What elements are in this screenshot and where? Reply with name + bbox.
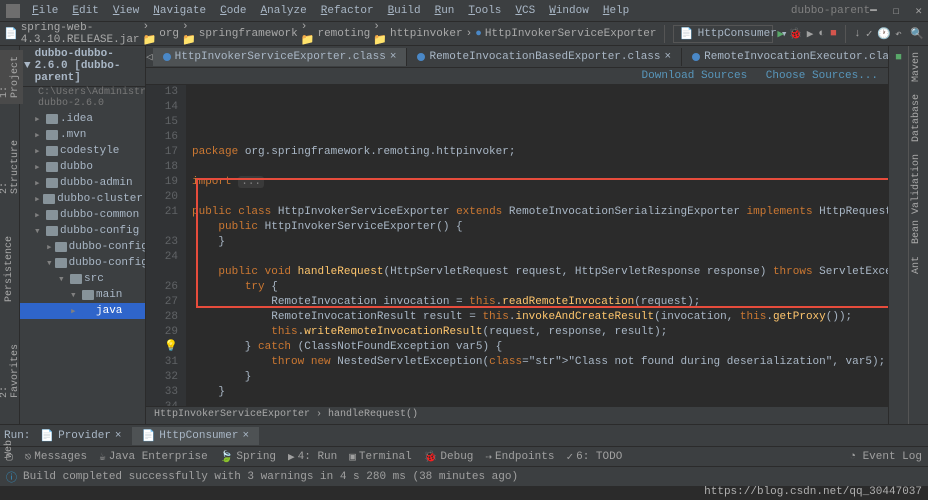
project-name: dubbo-parent	[791, 5, 870, 17]
download-sources-link[interactable]: Download Sources	[642, 70, 748, 82]
breadcrumbs[interactable]: 📄spring-web-4.3.10.RELEASE.jar › 📁org › …	[4, 21, 656, 47]
profile-button[interactable]: ◐	[818, 25, 826, 43]
tool-beanval[interactable]: Bean Validation	[909, 148, 924, 250]
menu-file[interactable]: File	[26, 3, 64, 19]
tool-database[interactable]: Database	[909, 88, 924, 148]
debug-button[interactable]: 🐞	[789, 25, 803, 43]
run-button[interactable]: ▶	[777, 25, 785, 43]
editor-tabs: ◁ HttpInvokerServiceExporter.class × Rem…	[146, 46, 888, 68]
tab-left-icon[interactable]: ◁	[146, 48, 153, 66]
left-tool-stripe: 1: Project 2: Structure Persistence 2: F…	[0, 46, 20, 424]
tree-item[interactable]: ▾src	[20, 271, 145, 287]
menu-code[interactable]: Code	[214, 3, 252, 19]
menu-window[interactable]: Window	[543, 3, 595, 19]
menu-build[interactable]: Build	[382, 3, 427, 19]
event-log-button[interactable]: ◔ Event Log	[849, 451, 922, 463]
tree-item[interactable]: ▾dubbo-config	[20, 223, 145, 239]
tool-persistence[interactable]: Persistence	[2, 230, 17, 308]
tree-item[interactable]: ▸dubbo-admin	[20, 175, 145, 191]
stop-button[interactable]: ■	[830, 25, 838, 43]
tree-item[interactable]: ▸.mvn	[20, 127, 145, 143]
menu-analyze[interactable]: Analyze	[255, 3, 313, 19]
info-icon: ⓘ	[6, 469, 17, 485]
choose-sources-link[interactable]: Choose Sources...	[766, 70, 878, 82]
tool-ant[interactable]: Ant	[909, 250, 924, 280]
menu-run[interactable]: Run	[429, 3, 461, 19]
tree-item[interactable]: ▸dubbo-common	[20, 207, 145, 223]
tool-maven[interactable]: Maven	[909, 46, 924, 88]
tool-favorites[interactable]: 2: Favorites	[0, 338, 23, 404]
editor-tab[interactable]: HttpInvokerServiceExporter.class ×	[153, 48, 408, 66]
editor-tab[interactable]: RemoteInvocationBasedExporter.class ×	[407, 48, 682, 66]
app-icon	[6, 4, 20, 18]
main-menu: File Edit View Navigate Code Analyze Ref…	[26, 3, 783, 19]
tool-web[interactable]: Web	[2, 434, 17, 464]
tree-item[interactable]: ▸dubbo-config	[20, 239, 145, 255]
tool-spring[interactable]: 🍃 Spring	[220, 450, 276, 464]
run-tab-consumer[interactable]: 📄HttpConsumer ×	[132, 427, 260, 445]
right-tool-stripe: ■	[888, 46, 908, 424]
project-tree: ▼dubbo-dubbo-2.6.0 [dubbo-parent] C:\Use…	[20, 46, 146, 424]
gutter[interactable]: 131415161718192021232426272829💡313233343…	[146, 85, 186, 406]
menu-help[interactable]: Help	[597, 3, 635, 19]
menu-tools[interactable]: Tools	[462, 3, 507, 19]
tool-run[interactable]: ▶ 4: Run	[288, 450, 337, 464]
menu-vcs[interactable]: VCS	[509, 3, 541, 19]
watermark: https://blog.csdn.net/qq_30447037	[704, 486, 922, 498]
tool-debug[interactable]: 🐞 Debug	[424, 450, 474, 464]
tool-structure[interactable]: 2: Structure	[0, 134, 23, 200]
tree-item[interactable]: ▸dubbo	[20, 159, 145, 175]
editor-area: ◁ HttpInvokerServiceExporter.class × Rem…	[146, 46, 888, 424]
close-button[interactable]: ✕	[915, 4, 922, 18]
tree-item[interactable]: ▸java	[20, 303, 145, 319]
code-editor[interactable]: package org.springframework.remoting.htt…	[186, 85, 888, 406]
commit-button[interactable]: ✓	[865, 25, 873, 43]
revert-button[interactable]: ↶	[895, 25, 903, 43]
tree-item[interactable]: ▸dubbo-cluster	[20, 191, 145, 207]
tool-terminal[interactable]: ▣ Terminal	[349, 450, 411, 464]
tool-messages[interactable]: ⎋ Messages	[25, 450, 87, 464]
run-tab-provider[interactable]: 📄Provider ×	[30, 427, 131, 445]
run-tool-tabs: Run: 📄Provider × 📄HttpConsumer ×	[0, 424, 928, 446]
menu-refactor[interactable]: Refactor	[315, 3, 380, 19]
editor-breadcrumb[interactable]: HttpInvokerServiceExporter › handleReque…	[146, 406, 888, 424]
right-tool-stripe-2: Maven Database Bean Validation Ant	[908, 46, 928, 424]
editor-notification: Download Sources Choose Sources...	[146, 68, 888, 85]
bottom-tool-buttons: ▢ ⎋ Messages ☕ Java Enterprise 🍃 Spring …	[0, 446, 928, 466]
run-config-dropdown[interactable]: 📄HttpConsumer ▾	[673, 25, 773, 43]
tool-java-ee[interactable]: ☕ Java Enterprise	[99, 450, 208, 464]
menu-edit[interactable]: Edit	[66, 3, 104, 19]
coverage-button[interactable]: ▶	[806, 25, 814, 43]
tool-todo[interactable]: ✓ 6: TODO	[566, 450, 622, 464]
update-button[interactable]: ↓	[854, 25, 862, 43]
marker-icon: ■	[895, 52, 902, 64]
maximize-button[interactable]: ☐	[893, 4, 900, 18]
menu-navigate[interactable]: Navigate	[147, 3, 212, 19]
history-button[interactable]: 🕐	[877, 25, 891, 43]
menu-view[interactable]: View	[107, 3, 145, 19]
minimize-button[interactable]: ━	[870, 4, 877, 18]
tree-item[interactable]: ▸.idea	[20, 111, 145, 127]
editor-tab[interactable]: RemoteInvocationExecutor.class ×	[682, 48, 888, 66]
titlebar: File Edit View Navigate Code Analyze Ref…	[0, 0, 928, 22]
tool-project[interactable]: 1: Project	[0, 50, 23, 104]
navigation-toolbar: 📄spring-web-4.3.10.RELEASE.jar › 📁org › …	[0, 22, 928, 46]
tree-item[interactable]: ▸codestyle	[20, 143, 145, 159]
tool-endpoints[interactable]: ⇢ Endpoints	[485, 450, 554, 464]
status-text: Build completed successfully with 3 warn…	[23, 471, 518, 483]
status-bar: ⓘ Build completed successfully with 3 wa…	[0, 466, 928, 486]
search-button[interactable]: 🔍	[910, 25, 924, 43]
tree-item[interactable]: ▾dubbo-config	[20, 255, 145, 271]
tree-item[interactable]: ▾main	[20, 287, 145, 303]
